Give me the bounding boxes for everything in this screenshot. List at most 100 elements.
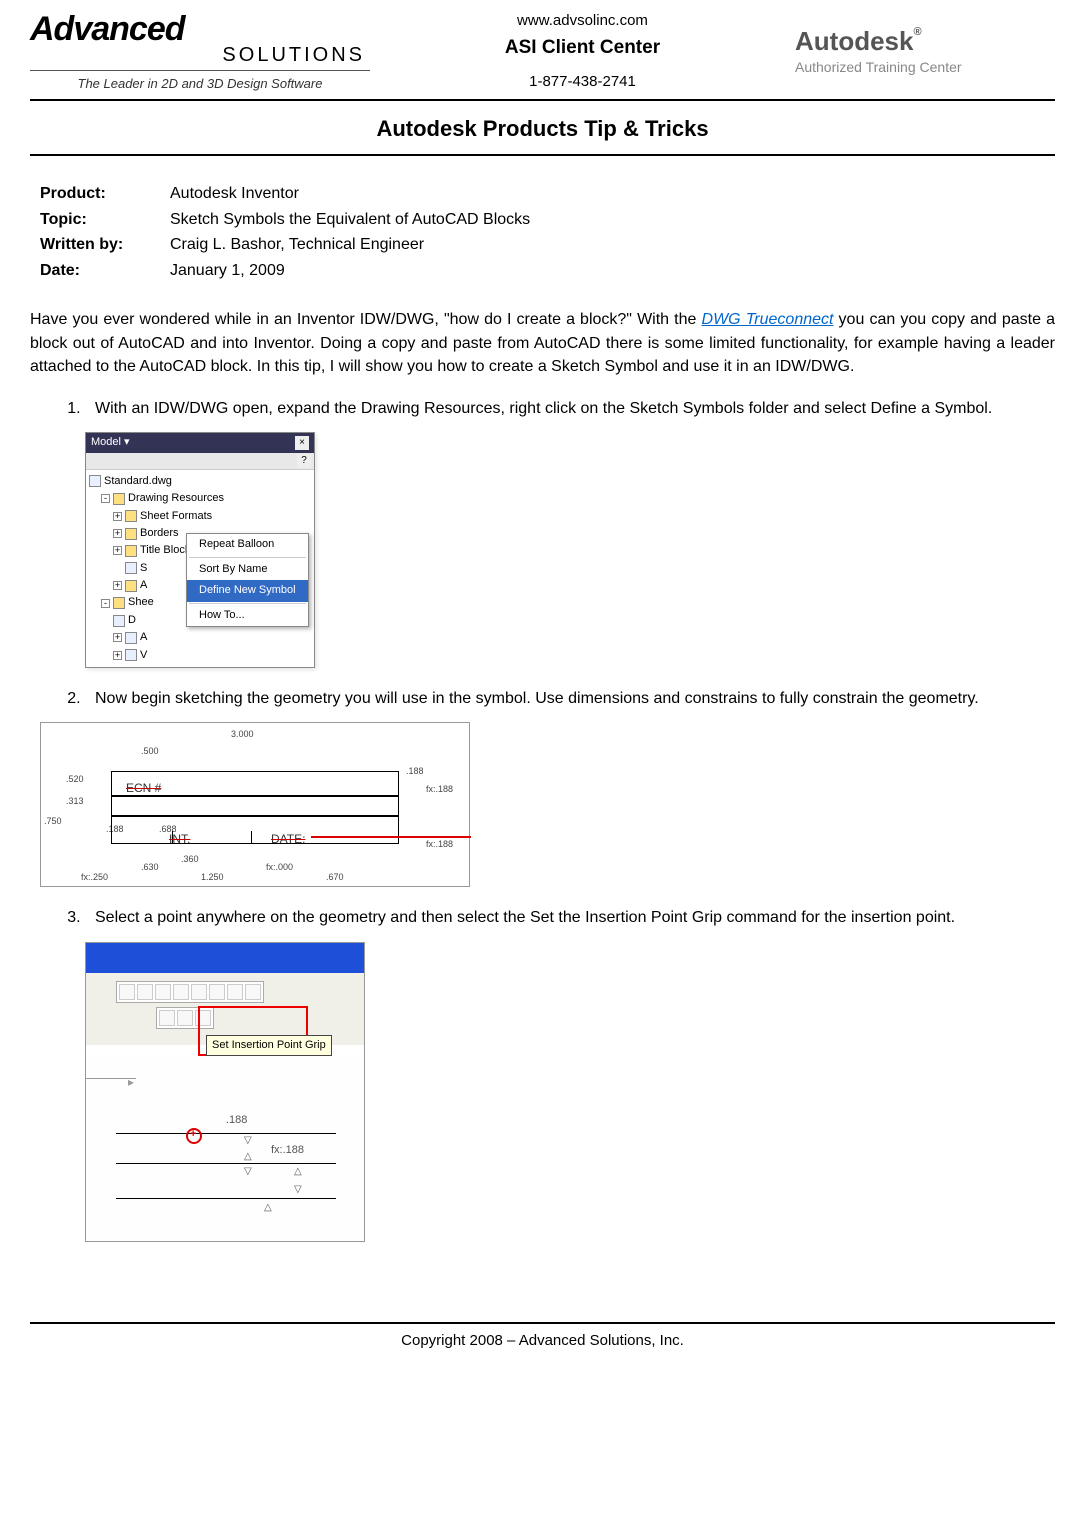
tree-v[interactable]: +V <box>89 647 311 664</box>
arrow-head-icon: ▸ <box>128 1074 134 1091</box>
registered-mark: ® <box>913 26 921 38</box>
plus-icon[interactable]: + <box>113 633 122 642</box>
red-line-icon <box>311 836 471 838</box>
fig1-toolbar: ? <box>86 453 314 470</box>
dim-750: .750 <box>44 815 62 828</box>
page-title: Autodesk Products Tip & Tricks <box>30 116 1055 156</box>
folder-icon <box>113 597 125 609</box>
ctx-repeat-balloon[interactable]: Repeat Balloon <box>187 534 308 555</box>
context-menu: Repeat Balloon Sort By Name Define New S… <box>186 533 309 627</box>
arrow-icon: △ <box>294 1165 302 1179</box>
writtenby-value: Craig L. Bashor, Technical Engineer <box>170 232 1055 258</box>
logo-advanced-solutions: Advanced SOLUTIONS The Leader in 2D and … <box>30 10 370 91</box>
item-icon <box>125 562 137 574</box>
meta-block: Product: Autodesk Inventor Topic: Sketch… <box>40 181 1055 283</box>
dim-630: .630 <box>141 861 159 874</box>
fig3-sketch-area: ▸ .188 fx:.188 ▽ △ ▽ △ ▽ △ <box>86 1058 364 1241</box>
logo-autodesk: Autodesk® Authorized Training Center <box>795 26 1055 75</box>
dim-fx250: fx:.250 <box>81 871 108 884</box>
header-center: www.advsolinc.com ASI Client Center 1-87… <box>370 12 795 90</box>
brand-tagline: The Leader in 2D and 3D Design Software <box>30 76 370 91</box>
figure-insertion-point: Set Insertion Point Grip ▸ .188 fx:.188 … <box>85 942 365 1242</box>
folder-icon <box>125 580 137 592</box>
tree-a2[interactable]: +A <box>89 629 311 646</box>
toolbar-btn[interactable] <box>119 984 135 1000</box>
minus-icon[interactable]: - <box>101 599 110 608</box>
sketch-line <box>116 1133 336 1134</box>
tree-root[interactable]: Standard.dwg <box>89 473 311 490</box>
writtenby-label: Written by: <box>40 232 170 258</box>
toolbar-btn[interactable] <box>155 984 171 1000</box>
arrow-icon: ▽ <box>244 1134 252 1148</box>
ctx-how-to[interactable]: How To... <box>187 605 308 626</box>
plus-icon[interactable]: + <box>113 581 122 590</box>
product-label: Product: <box>40 181 170 207</box>
steps-list: With an IDW/DWG open, expand the Drawing… <box>85 398 1055 1242</box>
toolbar-btn[interactable] <box>177 1010 193 1026</box>
dim-520: .520 <box>66 773 84 786</box>
dwg-icon <box>89 475 101 487</box>
item-icon <box>125 632 137 644</box>
minus-icon[interactable]: - <box>101 494 110 503</box>
dim-fx188b: fx:.188 <box>426 838 453 851</box>
plus-icon[interactable]: + <box>113 529 122 538</box>
dim-1250: 1.250 <box>201 871 224 884</box>
arrow-icon: ▽ <box>294 1183 302 1197</box>
dim-fx188a: fx:.188 <box>426 783 453 796</box>
ctx-define-new-symbol[interactable]: Define New Symbol <box>187 580 308 601</box>
fig1-title[interactable]: Model ▾ <box>91 435 130 450</box>
arrow-icon: △ <box>264 1201 272 1215</box>
sketch-div-2 <box>251 831 252 844</box>
autodesk-name: Autodesk® <box>795 26 922 57</box>
sketch-text-int: INT. <box>169 831 190 848</box>
autodesk-atc-subtitle: Authorized Training Center <box>795 59 1055 75</box>
dim-3000: 3.000 <box>231 728 254 741</box>
dim-188: .188 <box>226 1113 247 1128</box>
step-1: With an IDW/DWG open, expand the Drawing… <box>85 398 1055 668</box>
dim-188a: .188 <box>406 765 424 778</box>
tree-drawing-resources[interactable]: -Drawing Resources <box>89 490 311 507</box>
plus-icon[interactable]: + <box>113 546 122 555</box>
dwg-trueconnect-link[interactable]: DWG Trueconnect <box>702 311 834 328</box>
client-center-title: ASI Client Center <box>370 37 795 59</box>
folder-icon <box>125 528 137 540</box>
fig1-titlebar: Model ▾ × <box>86 433 314 452</box>
dim-313: .313 <box>66 795 84 808</box>
dim-360: .360 <box>181 853 199 866</box>
fig3-titlebar <box>86 943 364 973</box>
step-2: Now begin sketching the geometry you wil… <box>85 688 1055 887</box>
help-icon[interactable]: ? <box>297 454 311 468</box>
tree-sheet-formats[interactable]: +Sheet Formats <box>89 508 311 525</box>
tooltip-set-insertion-point: Set Insertion Point Grip <box>206 1035 332 1056</box>
figure-sketch-geometry: 3.000 .500 .188 fx:.188 .750 .313 .520 .… <box>40 722 470 887</box>
item-icon <box>113 615 125 627</box>
insertion-point-grip-icon[interactable] <box>186 1128 202 1144</box>
product-value: Autodesk Inventor <box>170 181 1055 207</box>
ctx-sort-by-name[interactable]: Sort By Name <box>187 559 308 580</box>
page-footer: Copyright 2008 – Advanced Solutions, Inc… <box>30 1322 1055 1349</box>
company-phone: 1-877-438-2741 <box>370 73 795 90</box>
item-icon <box>125 649 137 661</box>
toolbar-btn[interactable] <box>173 984 189 1000</box>
arrow-icon: △ <box>244 1150 252 1164</box>
folder-icon <box>125 510 137 522</box>
sketch-rect-2 <box>111 796 399 816</box>
toolbar-main <box>116 981 264 1003</box>
toolbar-btn[interactable] <box>209 984 225 1000</box>
plus-icon[interactable]: + <box>113 651 122 660</box>
toolbar-btn[interactable] <box>159 1010 175 1026</box>
plus-icon[interactable]: + <box>113 512 122 521</box>
sketch-div-1 <box>133 831 173 844</box>
toolbar-btn[interactable] <box>191 984 207 1000</box>
topic-label: Topic: <box>40 207 170 233</box>
toolbar-btn[interactable] <box>137 984 153 1000</box>
close-icon[interactable]: × <box>295 436 309 450</box>
company-url: www.advsolinc.com <box>370 12 795 29</box>
dim-fx000: fx:.000 <box>266 861 293 874</box>
arrow-icon: ▽ <box>244 1165 252 1179</box>
toolbar-btn[interactable] <box>227 984 243 1000</box>
toolbar-btn[interactable] <box>245 984 261 1000</box>
sketch-line <box>116 1163 336 1164</box>
sketch-text-date: DATE: <box>271 831 305 848</box>
intro-paragraph: Have you ever wondered while in an Inven… <box>30 308 1055 378</box>
